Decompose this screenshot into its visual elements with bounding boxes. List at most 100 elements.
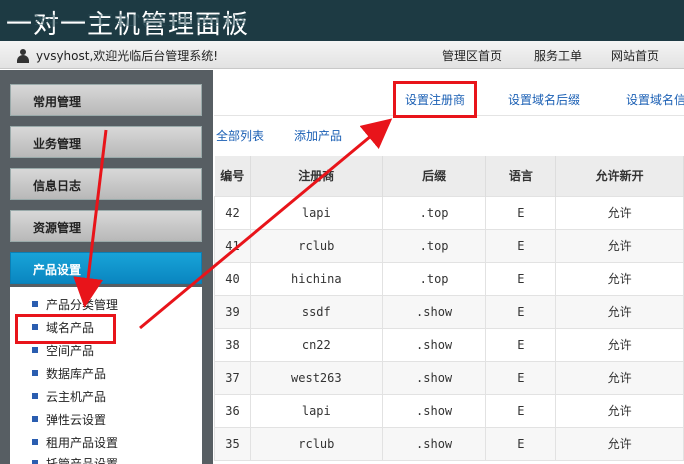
table-header-row: 编号 注册商 后缀 语言 允许新开: [214, 156, 684, 196]
cell-suffix: .show: [381, 426, 487, 461]
cell-suffix: .show: [381, 294, 487, 329]
sidebar-item-label: 托管产品设置: [46, 456, 119, 464]
sidebar-item-elastic-cloud[interactable]: 弹性云设置: [32, 409, 106, 429]
cell-id: 36: [214, 393, 251, 428]
cell-id: 40: [214, 261, 251, 296]
table-row: 35 rclub .show E 允许: [214, 426, 684, 461]
cell-registrar: rclub: [249, 426, 383, 461]
header-banner: 一对一主机管理面板 一对一主机管理面板: [0, 0, 684, 41]
cell-suffix: .top: [381, 195, 487, 230]
tab-set-domain-info[interactable]: 设置域名信: [626, 91, 684, 108]
cell-registrar: ssdf: [249, 294, 383, 329]
cell-allow-new: 允许: [555, 228, 684, 263]
col-header-allow-new: 允许新开: [555, 156, 684, 196]
table-row: 38 cn22 .show E 允许: [214, 327, 684, 362]
table-row: 41 rclub .top E 允许: [214, 228, 684, 263]
cell-language: E: [485, 294, 557, 329]
menu-group-label: 资源管理: [33, 221, 82, 235]
cell-language: E: [485, 195, 557, 230]
sidebar-item-colocation[interactable]: 托管产品设置: [32, 453, 118, 464]
registrar-table: 编号 注册商 后缀 语言 允许新开 42 lapi .top E 允许 41 rclub .t…: [214, 156, 684, 461]
cell-registrar: hichina: [249, 261, 383, 296]
menu-group-logs[interactable]: 信息日志: [10, 168, 202, 200]
cell-id: 35: [214, 426, 251, 461]
main-content: 设置注册商 设置域名后缀 设置域名信 全部列表 添加产品 编号 注册商 后缀 语…: [214, 70, 684, 464]
cell-allow-new: 允许: [555, 195, 684, 230]
bullet-icon: [32, 439, 38, 445]
bullet-icon: [32, 347, 38, 353]
bullet-icon: [32, 301, 38, 307]
top-nav-bar: yvsyhost,欢迎光临后台管理系统! 管理区首页 服务工单 网站首页: [0, 41, 684, 69]
bullet-icon: [32, 416, 38, 422]
cell-id: 39: [214, 294, 251, 329]
table-row: 39 ssdf .show E 允许: [214, 294, 684, 329]
sidebar-item-label: 空间产品: [46, 343, 95, 358]
bullet-icon: [32, 393, 38, 399]
service-ticket-link[interactable]: 服务工单: [534, 47, 582, 64]
cell-allow-new: 允许: [555, 393, 684, 428]
sidebar-item-label: 弹性云设置: [46, 412, 107, 427]
cell-language: E: [485, 393, 557, 428]
menu-group-label: 产品设置: [33, 263, 82, 277]
sidebar-item-label: 租用产品设置: [46, 435, 119, 450]
sidebar-item-cloud-host[interactable]: 云主机产品: [32, 386, 106, 406]
bullet-icon: [32, 370, 38, 376]
cell-allow-new: 允许: [555, 327, 684, 362]
cell-language: E: [485, 228, 557, 263]
cell-suffix: .top: [381, 261, 487, 296]
menu-group-label: 信息日志: [33, 179, 82, 193]
menu-group-business[interactable]: 业务管理: [10, 126, 202, 158]
table-row: 36 lapi .show E 允许: [214, 393, 684, 428]
cell-suffix: .show: [381, 393, 487, 428]
table-row: 42 lapi .top E 允许: [214, 195, 684, 230]
sidebar-item-rental[interactable]: 租用产品设置: [32, 432, 118, 452]
cell-registrar: west263: [249, 360, 383, 395]
welcome-text: yvsyhost,欢迎光临后台管理系统!: [36, 49, 219, 63]
cell-registrar: lapi: [249, 393, 383, 428]
col-header-registrar: 注册商: [250, 156, 383, 196]
cell-id: 41: [214, 228, 251, 263]
table-row: 37 west263 .show E 允许: [214, 360, 684, 395]
sidebar-item-label: 产品分类管理: [46, 297, 119, 312]
menu-group-label: 业务管理: [33, 137, 82, 151]
menu-group-label: 常用管理: [33, 95, 82, 109]
cell-id: 38: [214, 327, 251, 362]
add-product-link[interactable]: 添加产品: [294, 127, 342, 144]
cell-allow-new: 允许: [555, 360, 684, 395]
table-row: 40 hichina .top E 允许: [214, 261, 684, 296]
sidebar-item-database-product[interactable]: 数据库产品: [32, 363, 106, 383]
user-icon: [16, 49, 30, 63]
cell-language: E: [485, 327, 557, 362]
menu-group-common[interactable]: 常用管理: [10, 84, 202, 116]
col-header-language: 语言: [485, 156, 557, 196]
cell-id: 37: [214, 360, 251, 395]
sidebar-item-category[interactable]: 产品分类管理: [32, 294, 118, 314]
app-title-reflection: 一对一主机管理面板: [6, 12, 250, 27]
col-header-id: 编号: [214, 156, 251, 196]
cell-allow-new: 允许: [555, 261, 684, 296]
sidebar-item-label: 云主机产品: [46, 389, 107, 404]
cell-registrar: rclub: [249, 228, 383, 263]
cell-suffix: .show: [381, 360, 487, 395]
col-header-suffix: 后缀: [382, 156, 487, 196]
bullet-icon: [32, 460, 38, 464]
cell-suffix: .top: [381, 228, 487, 263]
highlight-box-domain-product: [15, 314, 116, 344]
tab-set-domain-suffix[interactable]: 设置域名后缀: [508, 91, 580, 108]
menu-group-resources[interactable]: 资源管理: [10, 210, 202, 242]
all-list-link[interactable]: 全部列表: [216, 127, 264, 144]
admin-home-link[interactable]: 管理区首页: [442, 47, 502, 64]
site-home-link[interactable]: 网站首页: [611, 47, 659, 64]
cell-language: E: [485, 426, 557, 461]
cell-registrar: cn22: [249, 327, 383, 362]
cell-allow-new: 允许: [555, 294, 684, 329]
cell-language: E: [485, 261, 557, 296]
cell-id: 42: [214, 195, 251, 230]
menu-group-product-settings[interactable]: 产品设置: [10, 252, 202, 284]
cell-registrar: lapi: [249, 195, 383, 230]
sidebar-item-label: 数据库产品: [46, 366, 107, 381]
cell-allow-new: 允许: [555, 426, 684, 461]
highlight-box-registrar-tab: [393, 81, 477, 118]
cell-language: E: [485, 360, 557, 395]
cell-suffix: .show: [381, 327, 487, 362]
